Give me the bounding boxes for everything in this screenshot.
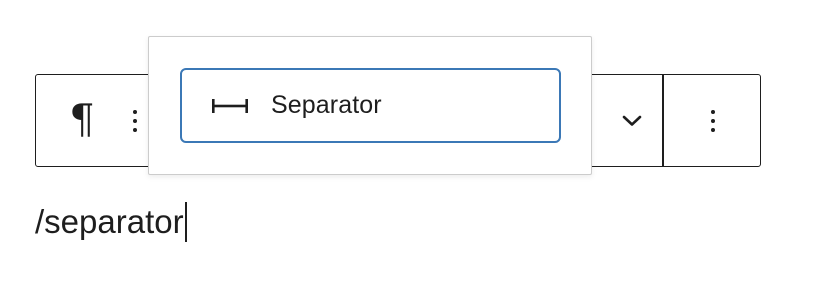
block-type-button[interactable]: ¶ [36,75,128,166]
inserter-option-label: Separator [271,91,382,119]
inserter-option-separator[interactable]: Separator [180,68,561,143]
chevron-down-icon [622,115,642,126]
separator-icon [210,96,250,116]
drag-handle-icon [133,109,137,132]
slash-inserter-popover: Separator [148,36,592,175]
drag-handle-button[interactable] [120,75,150,166]
paragraph-icon: ¶ [69,96,95,143]
paragraph-block[interactable]: /separator [35,199,187,245]
more-vertical-icon [710,109,715,132]
paragraph-text[interactable]: /separator [35,203,184,241]
move-options-button[interactable] [601,75,663,166]
text-caret [184,202,187,242]
block-options-button[interactable] [664,75,761,166]
